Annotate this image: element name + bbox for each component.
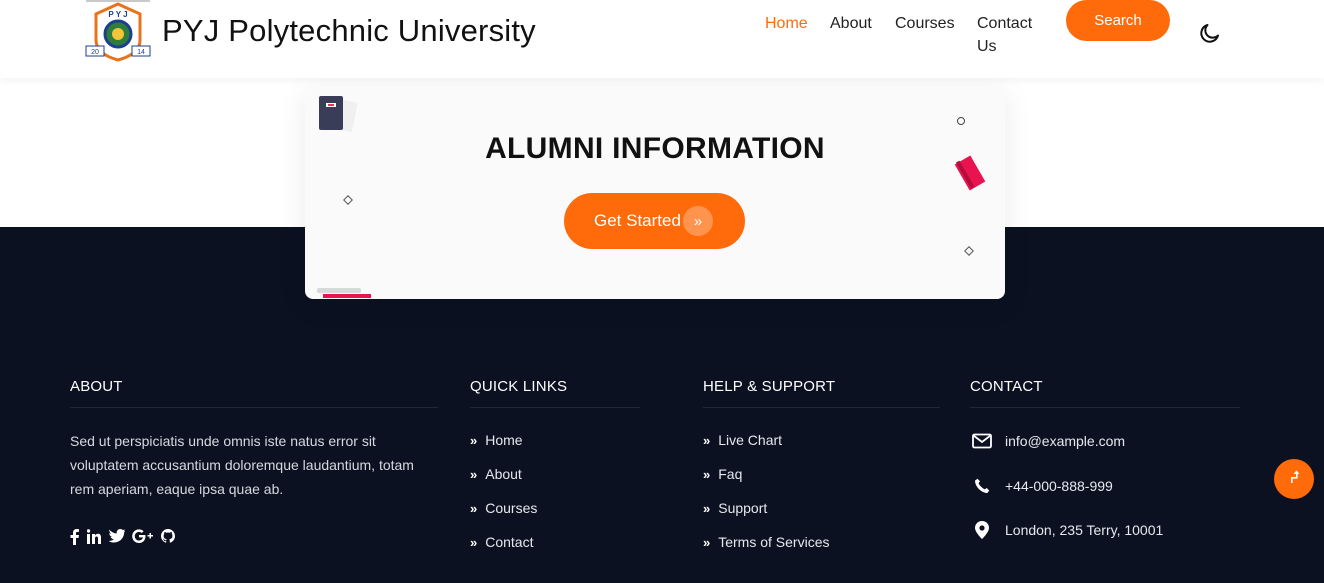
contact-heading: CONTACT <box>970 378 1043 395</box>
divider <box>703 407 940 408</box>
about-heading: ABOUT <box>70 378 123 395</box>
twitter-icon[interactable] <box>108 529 126 547</box>
phone-icon <box>970 476 994 496</box>
about-text: Sed ut perspiciatis unde omnis iste natu… <box>70 433 414 497</box>
svg-text:P Y J: P Y J <box>108 10 127 19</box>
help-support-heading: HELP & SUPPORT <box>703 378 836 395</box>
double-chevron-right-icon: » <box>703 534 711 550</box>
brand-name[interactable]: PYJ Polytechnic University <box>162 13 536 49</box>
footer-link-contact[interactable]: » Contact <box>470 534 533 550</box>
linkedin-icon[interactable] <box>86 529 101 547</box>
double-chevron-right-icon: » <box>470 500 478 516</box>
moon-icon[interactable] <box>1198 21 1222 45</box>
contact-phone[interactable]: +44-000-888-999 <box>970 476 1113 496</box>
site-header: P Y J 20 14 PYJ Polytechnic University H… <box>0 0 1324 78</box>
page-title: ALUMNI INFORMATION <box>485 132 825 165</box>
map-pin-icon <box>970 520 994 540</box>
double-chevron-right-icon: » <box>703 466 711 482</box>
double-chevron-right-icon: » <box>703 500 711 516</box>
get-started-button[interactable]: Get Started » <box>564 193 745 249</box>
nav-contact-us[interactable]: Contact Us <box>977 12 1047 58</box>
google-plus-icon[interactable] <box>132 529 154 547</box>
contact-email[interactable]: info@example.com <box>970 431 1125 451</box>
footer-link-courses[interactable]: » Courses <box>470 500 537 516</box>
double-chevron-right-icon: » <box>703 432 711 448</box>
nav-courses[interactable]: Courses <box>895 12 955 35</box>
university-logo[interactable]: P Y J 20 14 <box>84 0 152 62</box>
double-chevron-right-icon: » <box>470 466 478 482</box>
divider <box>70 407 438 408</box>
svg-text:14: 14 <box>137 49 145 56</box>
alumni-hero-card: ALUMNI INFORMATION Get Started » <box>305 86 1005 299</box>
footer-link-faq[interactable]: » Faq <box>703 466 742 482</box>
divider <box>470 407 640 408</box>
footer-link-live-chart[interactable]: » Live Chart <box>703 432 782 448</box>
nav-about[interactable]: About <box>830 12 872 35</box>
footer-link-terms[interactable]: » Terms of Services <box>703 534 829 550</box>
get-started-label: Get Started <box>594 211 681 230</box>
quick-links-heading: QUICK LINKS <box>470 378 568 395</box>
diamond-icon <box>343 192 353 210</box>
back-to-top-button[interactable] <box>1274 459 1314 499</box>
footer-link-about[interactable]: » About <box>470 466 522 482</box>
double-chevron-right-icon: » <box>470 534 478 550</box>
facebook-icon[interactable] <box>70 529 79 547</box>
footer-link-support[interactable]: » Support <box>703 500 767 516</box>
notebook-icon <box>317 96 359 137</box>
envelope-icon <box>970 431 994 451</box>
diamond-icon <box>964 243 974 261</box>
arrow-up-icon <box>1288 470 1300 489</box>
double-chevron-right-icon: » <box>470 432 478 448</box>
contact-address: London, 235 Terry, 10001 <box>970 520 1163 540</box>
books-stack-icon <box>317 287 373 305</box>
search-button[interactable]: Search <box>1066 0 1170 41</box>
svg-text:20: 20 <box>91 49 99 56</box>
circle-dot-icon <box>956 113 966 131</box>
double-chevron-right-icon: » <box>683 206 713 236</box>
nav-home[interactable]: Home <box>765 12 808 35</box>
footer-link-home[interactable]: » Home <box>470 432 523 448</box>
divider <box>970 407 1240 408</box>
github-icon[interactable] <box>161 529 175 547</box>
